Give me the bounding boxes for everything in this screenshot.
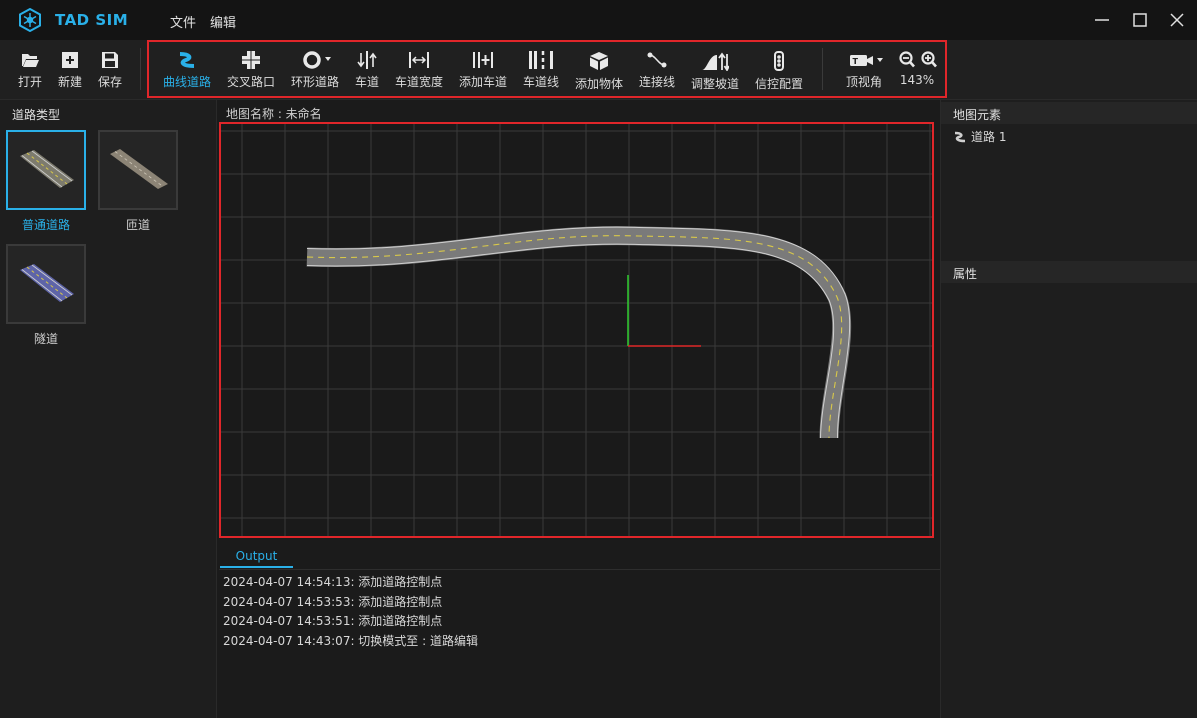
properties-title: 属性: [941, 261, 1197, 283]
zoom-in-icon[interactable]: [921, 51, 937, 68]
road-type-ramp-label: 匝道: [125, 218, 150, 232]
road-center-line: [306, 235, 843, 439]
output-tab[interactable]: Output: [220, 546, 293, 568]
road-type-title: 道路类型: [12, 108, 61, 122]
zoom-level: 143%: [899, 73, 935, 87]
camera-icon: T: [850, 55, 883, 66]
new-file-icon: [62, 52, 78, 68]
tool-curve-road[interactable]: 曲线道路: [161, 40, 213, 100]
tree-item-label: 道路 1: [971, 130, 1007, 144]
save-icon: [102, 52, 118, 68]
zoom-out-icon[interactable]: [899, 51, 915, 68]
tool-lane-width[interactable]: 车道宽度: [392, 40, 446, 100]
axis-gizmo: [627, 275, 701, 347]
road-1[interactable]: [306, 226, 852, 439]
close-icon[interactable]: [1165, 8, 1189, 32]
road-type-normal[interactable]: [6, 130, 86, 210]
grid: [219, 122, 934, 538]
traffic-light-icon: [774, 51, 784, 71]
ramp-thumbnail: [110, 149, 168, 189]
svg-text:T: T: [853, 57, 859, 66]
map-elements-title: 地图元素: [941, 102, 1197, 124]
tool-lane-line[interactable]: 车道线: [520, 40, 562, 100]
toolbar-separator: [822, 48, 823, 90]
tunnel-thumbnail: [20, 264, 74, 302]
toolbar: 打开 新建 保存 曲线道路 交叉路口 环形道路 车道 车道宽度 添加车道 车道线…: [0, 40, 1197, 100]
road-type-tunnel-label: 隧道: [33, 332, 58, 346]
tool-junction[interactable]: 交叉路口: [225, 40, 277, 100]
slope-icon: [702, 52, 729, 71]
chevron-down-icon: [325, 57, 331, 61]
tool-roundabout[interactable]: 环形道路: [289, 40, 341, 100]
menu-file[interactable]: 文件: [170, 12, 196, 31]
output-panel: Output 2024-04-07 14:54:13: 添加道路控制点 2024…: [219, 540, 940, 718]
road-type-panel: 道路类型 普通道路 匝道 隧道: [0, 100, 217, 718]
lane-icon: [357, 51, 377, 69]
maximize-icon[interactable]: [1128, 8, 1152, 32]
app-logo-icon: [19, 8, 41, 32]
toolbar-separator: [140, 48, 141, 90]
map-viewport[interactable]: [219, 122, 934, 538]
map-canvas[interactable]: [219, 122, 934, 538]
curve-road-icon: [954, 131, 966, 142]
lane-width-icon: [409, 52, 429, 68]
tree-item-road-1[interactable]: 道路 1: [953, 128, 1006, 145]
tool-connect-line[interactable]: 连接线: [636, 40, 678, 100]
zoom-icons: [899, 51, 937, 68]
folder-open-icon: [22, 54, 39, 67]
lane-line-icon: [529, 51, 553, 69]
title-bar: TAD SIM 文件 编辑: [0, 0, 1197, 40]
view-top-button[interactable]: T 顶视角: [840, 40, 888, 100]
menu-edit[interactable]: 编辑: [210, 12, 236, 31]
log-line: 2024-04-07 14:54:13: 添加道路控制点: [223, 575, 443, 589]
tool-add-lane[interactable]: 添加车道: [456, 40, 510, 100]
chevron-down-icon: [877, 58, 883, 62]
save-button[interactable]: 保存: [94, 40, 126, 100]
connect-line-icon: [647, 52, 667, 68]
add-object-icon: [590, 52, 608, 70]
log-line: 2024-04-07 14:53:51: 添加道路控制点: [223, 614, 443, 628]
right-panel: 地图元素 道路 1 属性: [940, 100, 1197, 718]
junction-icon: [242, 51, 260, 69]
map-name: 地图名称 : 未命名: [226, 107, 322, 121]
road-edge-line: [306, 243, 835, 439]
log-line: 2024-04-07 14:53:53: 添加道路控制点: [223, 595, 443, 609]
tool-slope[interactable]: 调整坡道: [688, 40, 742, 100]
curve-road-icon: [179, 52, 195, 68]
minimize-icon[interactable]: [1090, 8, 1114, 32]
road-type-tunnel[interactable]: [6, 244, 86, 324]
tool-add-object[interactable]: 添加物体: [572, 40, 626, 100]
road-type-ramp[interactable]: [98, 130, 178, 210]
normal-road-thumbnail: [20, 150, 74, 188]
new-button[interactable]: 新建: [54, 40, 86, 100]
open-button[interactable]: 打开: [14, 40, 46, 100]
log-line: 2024-04-07 14:43:07: 切换模式至 : 道路编辑: [223, 634, 478, 648]
output-divider: [219, 569, 940, 570]
tool-lane[interactable]: 车道: [350, 40, 384, 100]
zoom-control: 143%: [894, 40, 940, 100]
add-lane-icon: [473, 52, 493, 68]
app-title: TAD SIM: [55, 11, 129, 29]
roundabout-icon: [303, 51, 331, 69]
road-type-normal-label: 普通道路: [21, 218, 70, 232]
tool-traffic-light[interactable]: 信控配置: [752, 40, 806, 100]
